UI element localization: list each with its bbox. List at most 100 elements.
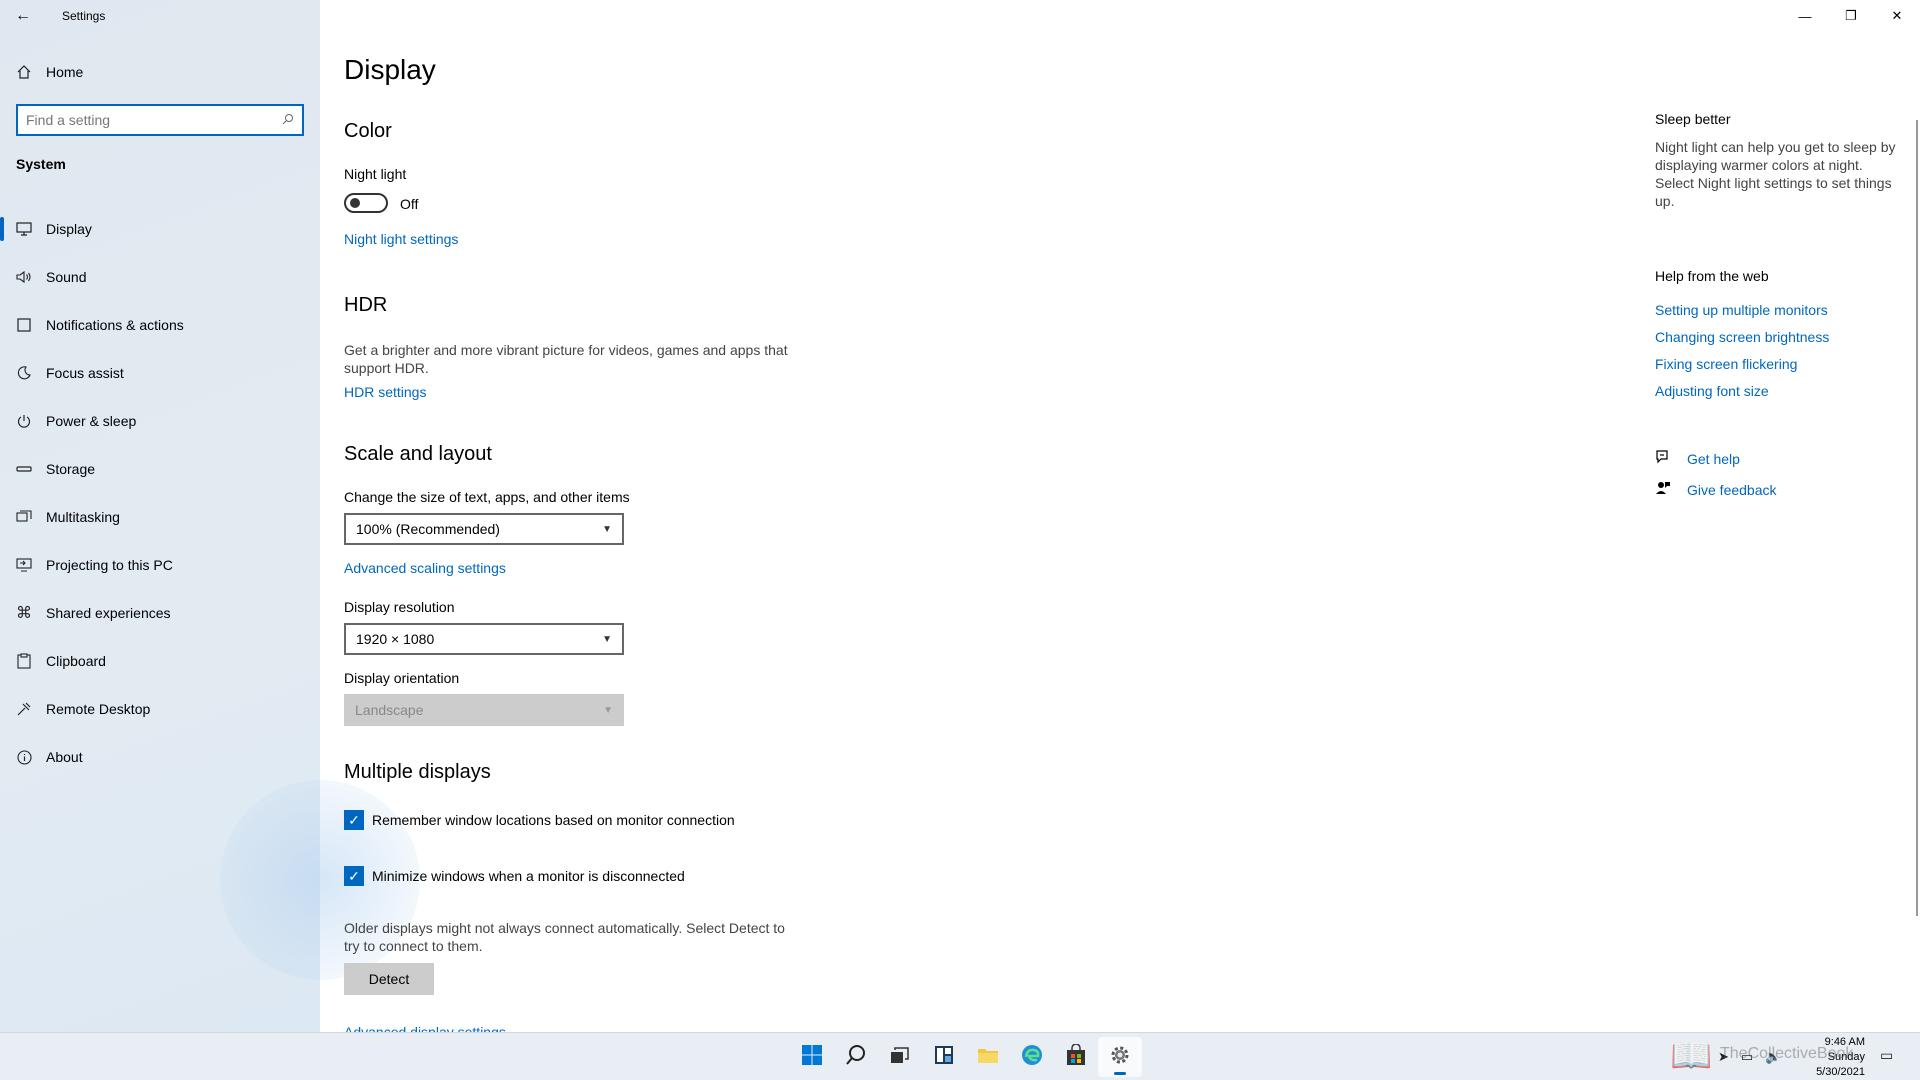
windows-logo-icon bbox=[801, 1044, 823, 1071]
feedback-person-icon bbox=[1655, 480, 1671, 499]
chat-help-icon bbox=[1655, 449, 1671, 468]
sidebar-item-multitasking[interactable]: Multitasking bbox=[0, 493, 320, 541]
sidebar-item-label: Sound bbox=[46, 269, 87, 285]
remember-locations-checkbox-row[interactable]: ✓ Remember window locations based on mon… bbox=[344, 810, 735, 830]
night-light-toggle[interactable] bbox=[344, 193, 388, 213]
window-controls: — ❐ ✕ bbox=[1782, 0, 1920, 32]
taskbar: ➤ ▭ 🔈 9:46 AM Sunday 5/30/2021 ▭ bbox=[0, 1032, 1920, 1080]
watermark-text: TheCollectiveBook bbox=[1720, 1045, 1854, 1062]
sidebar-item-shared-experiences[interactable]: ⌘ Shared experiences bbox=[0, 589, 320, 637]
sidebar-item-label: Multitasking bbox=[46, 509, 120, 525]
sidebar-item-notifications[interactable]: Notifications & actions bbox=[0, 301, 320, 349]
settings-taskbar-button[interactable] bbox=[1098, 1037, 1142, 1077]
size-label: Change the size of text, apps, and other… bbox=[344, 489, 630, 505]
sidebar: ← Settings Home System Display Sound Not… bbox=[0, 0, 420, 1032]
sidebar-item-label: Clipboard bbox=[46, 653, 106, 669]
checkmark-icon[interactable]: ✓ bbox=[344, 810, 364, 830]
sidebar-item-label: Notifications & actions bbox=[46, 317, 184, 333]
sidebar-item-label: Storage bbox=[46, 461, 96, 477]
sleep-better-heading: Sleep better bbox=[1655, 111, 1731, 127]
close-icon: ✕ bbox=[1891, 8, 1903, 23]
clock-date: 5/30/2021 bbox=[1816, 1066, 1865, 1078]
sidebar-item-projecting[interactable]: Projecting to this PC bbox=[0, 541, 320, 589]
get-help-label: Get help bbox=[1687, 450, 1740, 467]
scrollbar[interactable] bbox=[1916, 120, 1918, 916]
hdr-description: Get a brighter and more vibrant picture … bbox=[344, 342, 788, 376]
search-input[interactable] bbox=[26, 112, 282, 128]
restore-button[interactable]: ❐ bbox=[1828, 0, 1874, 32]
get-help-link[interactable]: Get help bbox=[1655, 449, 1740, 468]
hdr-settings-link[interactable]: HDR settings bbox=[344, 384, 426, 400]
help-link-font-size[interactable]: Adjusting font size bbox=[1655, 383, 1769, 399]
detect-button[interactable]: Detect bbox=[344, 963, 434, 995]
back-button[interactable]: ← bbox=[0, 0, 46, 32]
file-explorer-button[interactable] bbox=[966, 1037, 1010, 1077]
orientation-dropdown: Landscape ▼ bbox=[344, 694, 624, 726]
sidebar-item-clipboard[interactable]: Clipboard bbox=[0, 637, 320, 685]
advanced-scaling-link[interactable]: Advanced scaling settings bbox=[344, 560, 506, 576]
resolution-dropdown[interactable]: 1920 × 1080 ▼ bbox=[344, 623, 624, 655]
start-button[interactable] bbox=[790, 1037, 834, 1077]
titlebar-left: ← Settings bbox=[0, 0, 105, 32]
detect-note: Older displays might not always connect … bbox=[344, 920, 785, 954]
home-label: Home bbox=[46, 64, 84, 80]
checkmark-icon[interactable]: ✓ bbox=[344, 866, 364, 886]
taskbar-icons bbox=[790, 1033, 1142, 1080]
edge-browser-button[interactable] bbox=[1010, 1037, 1054, 1077]
sidebar-nav: Display Sound Notifications & actions Fo… bbox=[0, 205, 320, 781]
task-view-button[interactable] bbox=[878, 1037, 922, 1077]
sidebar-item-storage[interactable]: Storage bbox=[0, 445, 320, 493]
give-feedback-link[interactable]: Give feedback bbox=[1655, 480, 1777, 499]
main-content: Display Color Night light Off Night ligh… bbox=[344, 0, 1644, 1032]
sidebar-item-home[interactable]: Home bbox=[0, 56, 320, 88]
resolution-label: Display resolution bbox=[344, 599, 455, 615]
widgets-button[interactable] bbox=[922, 1037, 966, 1077]
advanced-display-settings-link[interactable]: Advanced display settings bbox=[344, 1024, 506, 1032]
orientation-label: Display orientation bbox=[344, 670, 460, 686]
notification-center-icon[interactable]: ▭ bbox=[1880, 1047, 1893, 1064]
sidebar-item-display[interactable]: Display bbox=[0, 205, 320, 253]
moon-icon bbox=[16, 365, 32, 381]
group-label-system: System bbox=[16, 156, 66, 172]
close-button[interactable]: ✕ bbox=[1874, 0, 1920, 32]
search-box[interactable] bbox=[16, 104, 304, 136]
search-icon[interactable] bbox=[282, 113, 294, 128]
help-link-flickering[interactable]: Fixing screen flickering bbox=[1655, 356, 1797, 372]
sidebar-item-label: Power & sleep bbox=[46, 413, 137, 429]
sidebar-item-label: Remote Desktop bbox=[46, 701, 151, 717]
help-link-multiple-monitors[interactable]: Setting up multiple monitors bbox=[1655, 302, 1828, 318]
edge-icon bbox=[1021, 1044, 1043, 1071]
hdr-heading: HDR bbox=[344, 294, 388, 316]
resolution-value: 1920 × 1080 bbox=[356, 631, 435, 647]
minimize-button[interactable]: — bbox=[1782, 0, 1828, 32]
store-button[interactable] bbox=[1054, 1037, 1098, 1077]
sidebar-item-label: About bbox=[46, 749, 83, 765]
scale-layout-heading: Scale and layout bbox=[344, 443, 492, 465]
info-icon bbox=[16, 749, 32, 765]
sidebar-item-focus-assist[interactable]: Focus assist bbox=[0, 349, 320, 397]
minimize-windows-checkbox-row[interactable]: ✓ Minimize windows when a monitor is dis… bbox=[344, 866, 685, 886]
search-taskbar-button[interactable] bbox=[834, 1037, 878, 1077]
night-light-state: Off bbox=[400, 196, 419, 212]
sidebar-item-about[interactable]: About bbox=[0, 733, 320, 781]
help-link-brightness[interactable]: Changing screen brightness bbox=[1655, 329, 1829, 345]
night-light-label: Night light bbox=[344, 166, 407, 182]
sidebar-item-power-sleep[interactable]: Power & sleep bbox=[0, 397, 320, 445]
sidebar-item-remote-desktop[interactable]: Remote Desktop bbox=[0, 685, 320, 733]
minimize-icon: — bbox=[1798, 8, 1812, 24]
app-title: Settings bbox=[62, 9, 106, 23]
home-icon bbox=[16, 64, 32, 80]
color-heading: Color bbox=[344, 120, 392, 142]
clipboard-icon bbox=[16, 653, 32, 669]
watermark-book-icon: 📖 bbox=[1670, 1037, 1713, 1075]
scale-dropdown[interactable]: 100% (Recommended) ▼ bbox=[344, 513, 624, 545]
back-arrow-icon: ← bbox=[15, 7, 31, 24]
notification-icon bbox=[16, 317, 32, 333]
scale-value: 100% (Recommended) bbox=[356, 521, 500, 537]
power-icon bbox=[16, 413, 32, 429]
give-feedback-label: Give feedback bbox=[1687, 481, 1777, 498]
widgets-icon bbox=[934, 1045, 954, 1070]
help-web-heading: Help from the web bbox=[1655, 268, 1769, 284]
sidebar-item-sound[interactable]: Sound bbox=[0, 253, 320, 301]
night-light-settings-link[interactable]: Night light settings bbox=[344, 231, 458, 247]
